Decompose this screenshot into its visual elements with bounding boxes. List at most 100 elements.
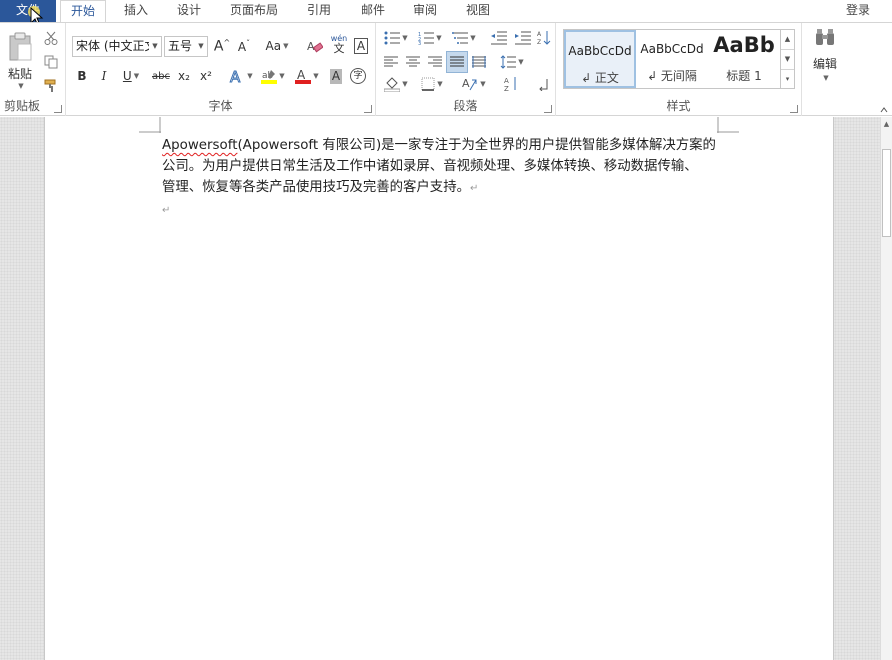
document-body[interactable]: Apowersoft(Apowersoft 有限公司)是一家专注于为全世界的用户… <box>162 135 728 221</box>
asian-typography-button[interactable]: AZ <box>500 73 522 95</box>
font-color-button[interactable]: A ▼ <box>292 65 322 87</box>
chinese-layout-icon: A <box>462 77 477 91</box>
style-no-spacing[interactable]: AaBbCcDd ↲ 无间隔 <box>636 30 708 88</box>
paste-button[interactable]: 粘贴 ▼ <box>4 29 36 93</box>
strikethrough-button[interactable]: abc <box>150 65 172 87</box>
increase-indent-button[interactable] <box>512 27 534 49</box>
style-name: ↲ 正文 <box>581 71 619 85</box>
phonetic-guide-button[interactable]: wén 文 <box>328 33 350 55</box>
font-size-combo[interactable]: 五号 ▼ <box>164 36 208 57</box>
tab-design[interactable]: 设计 <box>164 0 214 22</box>
italic-button[interactable]: I <box>94 65 114 87</box>
sign-in-link[interactable]: 登录 <box>846 1 870 18</box>
scroll-up-button[interactable]: ▲ <box>781 30 794 50</box>
align-left-button[interactable] <box>380 51 402 73</box>
ribbon: 粘贴 ▼ 剪贴板 宋体 (中文正文 ▼ 五号 ▼ A^ Aˇ Aa ▼ A wé… <box>0 22 892 116</box>
format-painter-icon <box>44 79 56 92</box>
shading-button[interactable]: ▼ <box>380 73 412 95</box>
copy-button[interactable] <box>40 51 62 73</box>
chevron-down-icon: ▼ <box>133 72 140 80</box>
chevron-down-icon: ▼ <box>437 80 443 88</box>
borders-button[interactable]: ▼ <box>416 73 448 95</box>
underline-icon: U <box>122 69 132 83</box>
sort-icon: AZ <box>537 31 551 46</box>
numbering-button[interactable]: 123 ▼ <box>414 27 446 49</box>
chinese-layout-button[interactable]: A ▼ <box>458 73 490 95</box>
justify-button[interactable] <box>446 51 468 73</box>
misspelled-word[interactable]: Apowersoft <box>162 138 237 153</box>
clipboard-dialog-launcher[interactable] <box>54 105 62 113</box>
chevron-down-icon: ▼ <box>313 72 319 80</box>
chevron-down-icon: ▼ <box>518 58 524 66</box>
bullets-button[interactable]: ▼ <box>380 27 412 49</box>
character-border-button[interactable]: A <box>352 35 370 57</box>
clear-formatting-button[interactable]: A <box>304 35 326 57</box>
tab-page-layout[interactable]: 页面布局 <box>222 0 286 22</box>
document-page[interactable]: Apowersoft(Apowersoft 有限公司)是一家专注于为全世界的用户… <box>44 117 834 660</box>
styles-dialog-launcher[interactable] <box>790 105 798 113</box>
highlight-color-button[interactable]: ab ▼ <box>258 65 288 87</box>
show-marks-button[interactable] <box>532 73 554 95</box>
shrink-font-button[interactable]: Aˇ <box>234 35 254 57</box>
tab-references[interactable]: 引用 <box>294 0 344 22</box>
bold-button[interactable]: B <box>72 65 92 87</box>
styles-gallery: AaBbCcDd ↲ 正文 AaBbCcDd ↲ 无间隔 AaBb 标题 1 <box>563 29 781 89</box>
chevron-down-icon: ▼ <box>247 72 253 80</box>
text-effects-icon: A <box>230 68 242 84</box>
margin-corner-mark <box>717 117 739 133</box>
paragraph-line: Apowersoft(Apowersoft 有限公司)是一家专注于为全世界的用户… <box>162 135 728 156</box>
paste-label: 粘贴 <box>7 67 32 81</box>
tab-mailings[interactable]: 邮件 <box>348 0 398 22</box>
tab-view[interactable]: 视图 <box>454 0 502 22</box>
change-case-button[interactable]: Aa ▼ <box>260 35 294 57</box>
editing-button[interactable]: 编辑 ▼ <box>808 27 842 91</box>
chevron-down-icon[interactable]: ▼ <box>149 37 161 56</box>
distributed-button[interactable] <box>468 51 490 73</box>
scroll-down-button[interactable]: ▼ <box>781 50 794 70</box>
style-heading-1[interactable]: AaBb 标题 1 <box>708 30 780 88</box>
paint-bucket-icon <box>384 77 401 92</box>
format-painter-button[interactable] <box>40 75 62 97</box>
tab-home[interactable]: 开始 <box>60 0 106 23</box>
chevron-down-icon[interactable]: ▼ <box>195 37 207 56</box>
bold-icon: B <box>77 69 87 83</box>
align-center-button[interactable] <box>402 51 424 73</box>
grow-font-button[interactable]: A^ <box>212 35 232 57</box>
strikethrough-icon: abc <box>152 70 170 82</box>
scroll-up-arrow[interactable]: ▲ <box>881 117 892 131</box>
svg-text:A: A <box>297 68 306 82</box>
collapse-ribbon-button[interactable] <box>880 103 888 113</box>
cut-button[interactable] <box>40 27 62 49</box>
font-dialog-launcher[interactable] <box>364 105 372 113</box>
paragraph-line: 管理、恢复等各类产品使用技巧及完善的客户支持。↵ <box>162 177 728 199</box>
line-spacing-button[interactable]: ▼ <box>496 51 528 73</box>
binoculars-icon <box>816 29 834 45</box>
align-right-button[interactable] <box>424 51 446 73</box>
character-shading-button[interactable]: A <box>326 65 346 87</box>
paragraph-group: ▼ 123 ▼ ▼ AZ ▼ ▼ ▼ A ▼ A Z 段落 <box>376 23 556 116</box>
decrease-indent-button[interactable] <box>488 27 510 49</box>
sort-button[interactable]: AZ <box>534 27 554 49</box>
enclose-characters-button[interactable]: 字 <box>348 65 368 87</box>
paragraph-mark-icon: ↵ <box>469 183 479 194</box>
align-center-icon <box>406 56 420 67</box>
tab-review[interactable]: 审阅 <box>400 0 450 22</box>
subscript-button[interactable]: x₂ <box>174 65 194 87</box>
style-normal[interactable]: AaBbCcDd ↲ 正文 <box>564 30 636 88</box>
tab-insert[interactable]: 插入 <box>110 0 162 22</box>
underline-button[interactable]: U ▼ <box>116 65 146 87</box>
more-styles-button[interactable]: ▾ <box>781 70 794 90</box>
font-name-combo[interactable]: 宋体 (中文正文 ▼ <box>72 36 162 57</box>
superscript-button[interactable]: x² <box>196 65 216 87</box>
multilevel-list-button[interactable]: ▼ <box>448 27 480 49</box>
style-name: ↲ 无间隔 <box>647 69 697 83</box>
text-effects-button[interactable]: A ▼ <box>226 65 256 87</box>
pinyin-char-text: 文 <box>333 42 345 55</box>
scrollbar-thumb[interactable] <box>882 149 891 237</box>
paragraph-dialog-launcher[interactable] <box>544 105 552 113</box>
styles-gallery-scroll: ▲ ▼ ▾ <box>781 29 795 89</box>
sort-az-icon: AZ <box>504 77 516 92</box>
paragraph-mark-icon: ↵ <box>162 205 171 216</box>
bullet-list-icon <box>384 31 401 45</box>
vertical-scrollbar[interactable]: ▲ <box>880 117 892 660</box>
